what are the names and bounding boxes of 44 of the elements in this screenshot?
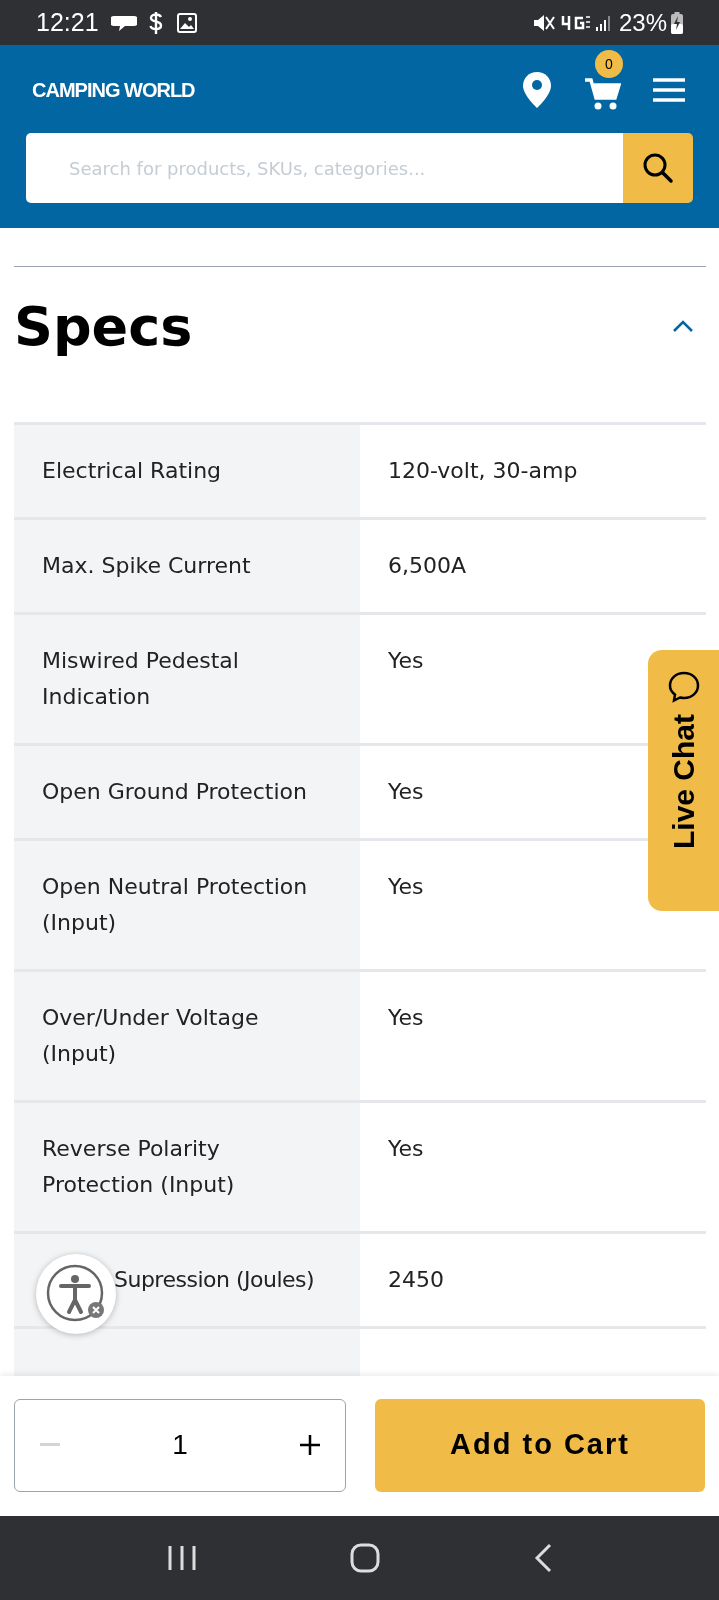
- image-icon: [176, 12, 197, 33]
- spec-label: Open Neutral Protection (Input): [42, 874, 308, 935]
- status-time: 12:21: [36, 6, 99, 38]
- signal-icon: [594, 13, 613, 32]
- spec-label: Over/Under Voltage (Input): [42, 1005, 259, 1066]
- spec-label: Miswired Pedestal Indication: [42, 648, 239, 709]
- spec-label: Electrical Rating: [42, 458, 222, 483]
- chat-bubble-icon: [666, 670, 701, 704]
- menu-icon[interactable]: [653, 78, 685, 102]
- plus-icon: [300, 1435, 320, 1455]
- chat-bubble-icon: [110, 13, 137, 32]
- back-icon[interactable]: [532, 1543, 553, 1573]
- quantity-field[interactable]: 1: [150, 1424, 210, 1466]
- specs-accordion-header[interactable]: Specs: [14, 267, 706, 385]
- lte-icon: [560, 14, 591, 31]
- spec-value: Yes: [388, 874, 424, 899]
- spec-value: 120-volt, 30-amp: [388, 458, 578, 483]
- spec-value: Yes: [388, 779, 424, 804]
- minus-icon: [40, 1443, 60, 1447]
- live-chat-tab[interactable]: Live Chat: [648, 650, 719, 911]
- logo[interactable]: CAMPING WORLD: [32, 75, 195, 105]
- spec-label: Max. Spike Current: [42, 553, 251, 578]
- search-icon: [642, 152, 674, 184]
- spec-label: Reverse Polarity Protection (Input): [42, 1136, 235, 1197]
- spec-label: Supression (Joules): [114, 1267, 315, 1292]
- recent-apps-icon[interactable]: [166, 1545, 197, 1571]
- spec-value: 2450: [388, 1267, 444, 1292]
- add-to-cart-button[interactable]: Add to Cart: [375, 1398, 705, 1492]
- home-icon[interactable]: [349, 1543, 380, 1573]
- spec-value: 6,500A: [388, 553, 467, 578]
- search-button[interactable]: [623, 133, 693, 203]
- mute-icon: [532, 12, 555, 33]
- spec-label: Open Ground Protection: [42, 779, 307, 804]
- spec-value: Yes: [388, 648, 424, 673]
- battery-percentage: 23%: [618, 7, 667, 38]
- battery-charging-icon: [671, 11, 683, 34]
- search-field[interactable]: Search for products, SKUs, categories...: [26, 133, 623, 203]
- cart-icon[interactable]: [585, 78, 621, 110]
- location-pin-icon[interactable]: [523, 72, 551, 108]
- dollar-icon: [148, 11, 163, 34]
- section-heading: Specs: [14, 293, 193, 360]
- spec-value: Yes: [388, 1005, 424, 1030]
- cart-count-badge: 0: [595, 50, 623, 78]
- spec-value: Yes: [388, 1136, 424, 1161]
